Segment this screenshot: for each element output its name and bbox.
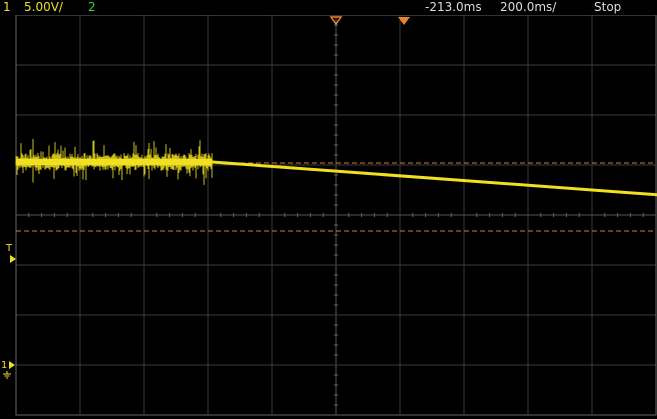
channel-1-ground-marker[interactable] [9, 361, 15, 369]
channel-2-number[interactable]: 2 [88, 0, 96, 15]
left-markers: T 1 [1, 243, 16, 379]
channel-1-scale[interactable]: 5.00V/ [24, 0, 63, 15]
trigger-level-label: T [5, 243, 13, 254]
ground-icon [3, 371, 11, 379]
channel-1-ground-label: 1 [1, 360, 7, 371]
grid [15, 15, 657, 416]
status-bar: 1 5.00V/ 2 -213.0ms 200.0ms/ Stop [0, 0, 657, 15]
scope-display: T 1 [0, 15, 657, 419]
timebase-scale[interactable]: 200.0ms/ [500, 0, 556, 15]
decay-trace [212, 160, 657, 197]
top-markers [329, 16, 410, 26]
waveform-plot: T 1 [1, 15, 657, 416]
trigger-level-marker[interactable] [10, 255, 16, 263]
horizontal-delay[interactable]: -213.0ms [425, 0, 482, 15]
channel-1-number[interactable]: 1 [3, 0, 11, 15]
noise-band-core [16, 159, 213, 165]
run-state[interactable]: Stop [594, 0, 621, 15]
